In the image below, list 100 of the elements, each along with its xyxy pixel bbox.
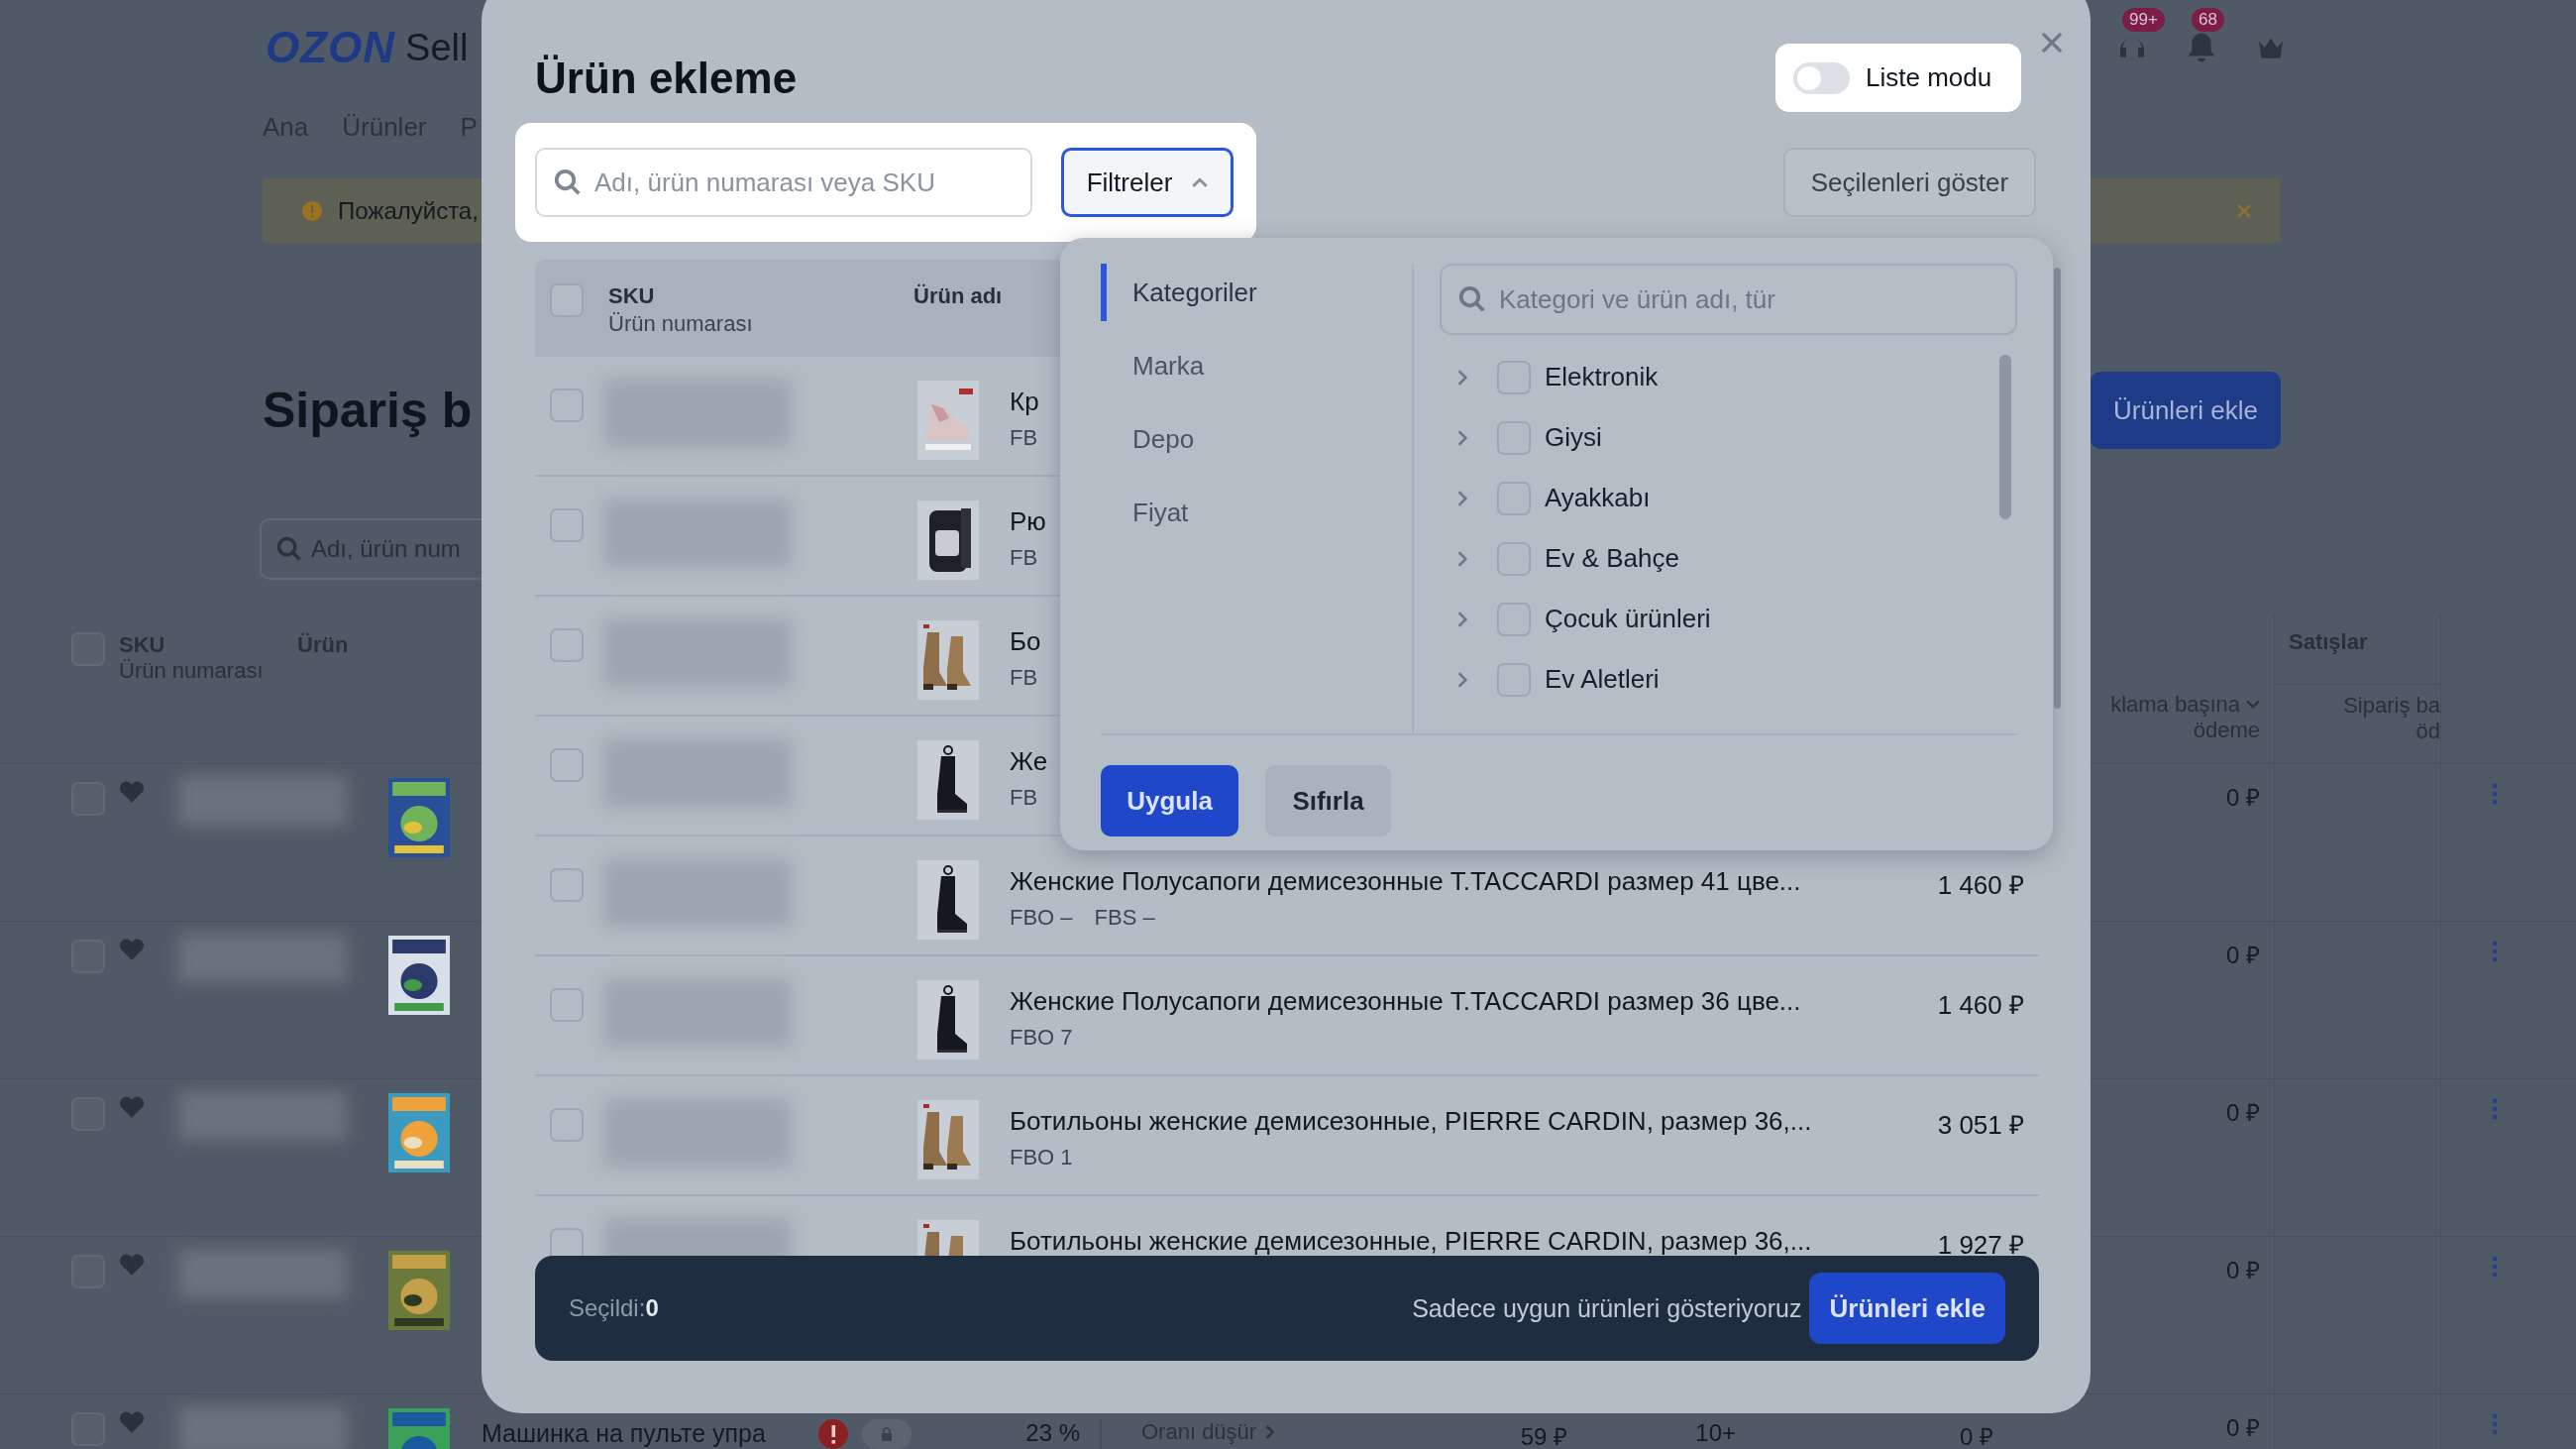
table-cell-text: 59 ₽ (1519, 1422, 1567, 1449)
filter-tab[interactable]: Depo (1101, 410, 1412, 468)
stock-label: FBO – (1010, 905, 1073, 931)
chevron-icon[interactable] (1455, 428, 1469, 447)
close-icon[interactable] (2039, 30, 2065, 56)
more-icon[interactable] (2491, 940, 2498, 963)
more-icon[interactable] (2491, 782, 2498, 806)
toggle-label: Liste modu (1866, 62, 1992, 93)
scrollbar[interactable] (1999, 355, 2011, 519)
count-badge: 68 (2192, 8, 2224, 32)
filter-tab[interactable]: Fiyat (1101, 484, 1412, 541)
price: 1 460 ₽ (1937, 989, 2024, 1022)
category-label[interactable]: Elektronik (1545, 362, 1659, 392)
stock-label: FBO 1 (1010, 1145, 1073, 1170)
search-icon (275, 535, 303, 563)
table-cell-text: 0 ₽ (2226, 1256, 2260, 1285)
show-selected-button[interactable]: Seçilenleri göster (1783, 148, 2036, 217)
lock-toggle[interactable] (862, 1419, 912, 1449)
row-checkbox[interactable] (550, 508, 584, 542)
column-subheader: Ürün numarası (608, 311, 754, 337)
chevron-icon (1192, 177, 1209, 187)
more-icon[interactable] (2491, 1412, 2498, 1436)
heart-icon[interactable] (119, 1095, 145, 1119)
add-products-button[interactable]: Ürünleri ekle (2091, 372, 2281, 449)
product-name: Женские Полусапоги демисезонные T.TACCARDI размер 36 цве... (1010, 986, 1801, 1017)
stock-label: FB (1010, 425, 1038, 451)
filter-tab[interactable]: Kategoriler (1101, 264, 1412, 321)
table-cell-text: 23 % (1024, 1419, 1080, 1447)
category-label[interactable]: Çocuk ürünleri (1545, 604, 1711, 634)
stock-label: FB (1010, 665, 1038, 691)
alert-text: Пожалуйста, (338, 196, 479, 225)
scrollbar[interactable] (2054, 268, 2061, 709)
search-field[interactable]: Adı, ürün numarası veya SKU (535, 148, 1032, 217)
column-header: SKU (608, 283, 656, 309)
search-icon (1457, 284, 1487, 314)
product-name: Ботильоны женские демисезонные, PIERRE CARDIN, размер 36,... (1010, 1226, 1812, 1256)
count-badge: 99+ (2122, 8, 2165, 32)
table-cell-text: 0 ₽ (2226, 783, 2260, 813)
category-label[interactable]: Giysi (1545, 422, 1602, 453)
price: 1 927 ₽ (1937, 1229, 2024, 1256)
product-name: Бо (1010, 626, 1041, 657)
more-icon[interactable] (2491, 1097, 2498, 1121)
price: 3 051 ₽ (1937, 1109, 2024, 1142)
category-checkbox[interactable] (1497, 541, 1531, 576)
stock-label: FB (1010, 785, 1038, 811)
apply-button[interactable]: Uygula (1101, 765, 1238, 836)
product-name: Ботильоны женские демисезонные, PIERRE CARDIN, размер 36,... (1010, 1106, 1812, 1137)
filters-button[interactable]: Filtreler (1061, 148, 1234, 217)
heart-icon[interactable] (119, 938, 145, 961)
category-checkbox[interactable] (1497, 662, 1531, 697)
heart-icon[interactable] (119, 1410, 145, 1434)
stock-label: FBS – (1094, 905, 1155, 931)
chevron-icon[interactable] (1455, 549, 1469, 568)
table-cell-text: 0 ₽ (2226, 1098, 2260, 1128)
category-label[interactable]: Ev Aletleri (1545, 664, 1660, 695)
selected-count: Seçildi:0 (569, 1294, 659, 1322)
chevron-icon (1264, 1425, 1275, 1439)
warning-icon (302, 200, 322, 221)
row-checkbox[interactable] (550, 1228, 584, 1256)
stock-label: FBO 7 (1010, 1025, 1073, 1051)
category-checkbox[interactable] (1497, 481, 1531, 515)
table-cell-text: 10+ (1694, 1419, 1736, 1447)
chevron-icon[interactable] (1455, 368, 1469, 387)
product-name: Кр (1010, 387, 1039, 417)
table-cell-text: 0 ₽ (2226, 1413, 2260, 1443)
search-icon (553, 167, 583, 197)
page-title: Sipariş b (263, 382, 473, 439)
heart-icon[interactable] (119, 780, 145, 804)
product-name: Рю (1010, 506, 1046, 537)
heart-icon[interactable] (119, 1253, 145, 1277)
category-checkbox[interactable] (1497, 420, 1531, 455)
reset-button[interactable]: Sıfırla (1265, 765, 1391, 836)
row-checkbox[interactable] (550, 628, 584, 662)
category-label[interactable]: Ev & Bahçe (1545, 543, 1679, 574)
dialog-title: Ürün ekleme (535, 53, 798, 103)
row-checkbox[interactable] (550, 389, 584, 422)
add-products-button[interactable]: Ürünleri ekle (1809, 1273, 2005, 1344)
price: 1 460 ₽ (1937, 869, 2024, 902)
category-label[interactable]: Ayakkabı (1545, 483, 1651, 513)
chevron-icon[interactable] (1455, 610, 1469, 628)
column-header: Ürün adı (913, 283, 1003, 309)
row-checkbox[interactable] (550, 748, 584, 782)
more-icon[interactable] (2491, 1255, 2498, 1279)
chevron-icon[interactable] (1455, 670, 1469, 689)
category-checkbox[interactable] (1497, 602, 1531, 636)
logo-text: Sell (405, 26, 469, 69)
list-mode-toggle[interactable] (1793, 61, 1850, 94)
chevron-icon[interactable] (1455, 489, 1469, 507)
row-checkbox[interactable] (550, 988, 584, 1022)
lock-icon (881, 1427, 893, 1441)
product-name: Женские Полусапоги демисезонные T.TACCARDI размер 41 цве... (1010, 866, 1801, 897)
search-placeholder: Adı, ürün numarası veya SKU (594, 167, 935, 198)
category-checkbox[interactable] (1497, 360, 1531, 394)
table-cell-text: 0 ₽ (2226, 941, 2260, 970)
footer-note: Sadece uygun ürünleri gösteriyoruz (1412, 1293, 1802, 1323)
filter-tab[interactable]: Marka (1101, 337, 1412, 394)
product-name: Машинка на пульте упра (482, 1419, 767, 1447)
row-checkbox[interactable] (550, 868, 584, 902)
error-icon (818, 1419, 848, 1449)
row-checkbox[interactable] (550, 1108, 584, 1142)
